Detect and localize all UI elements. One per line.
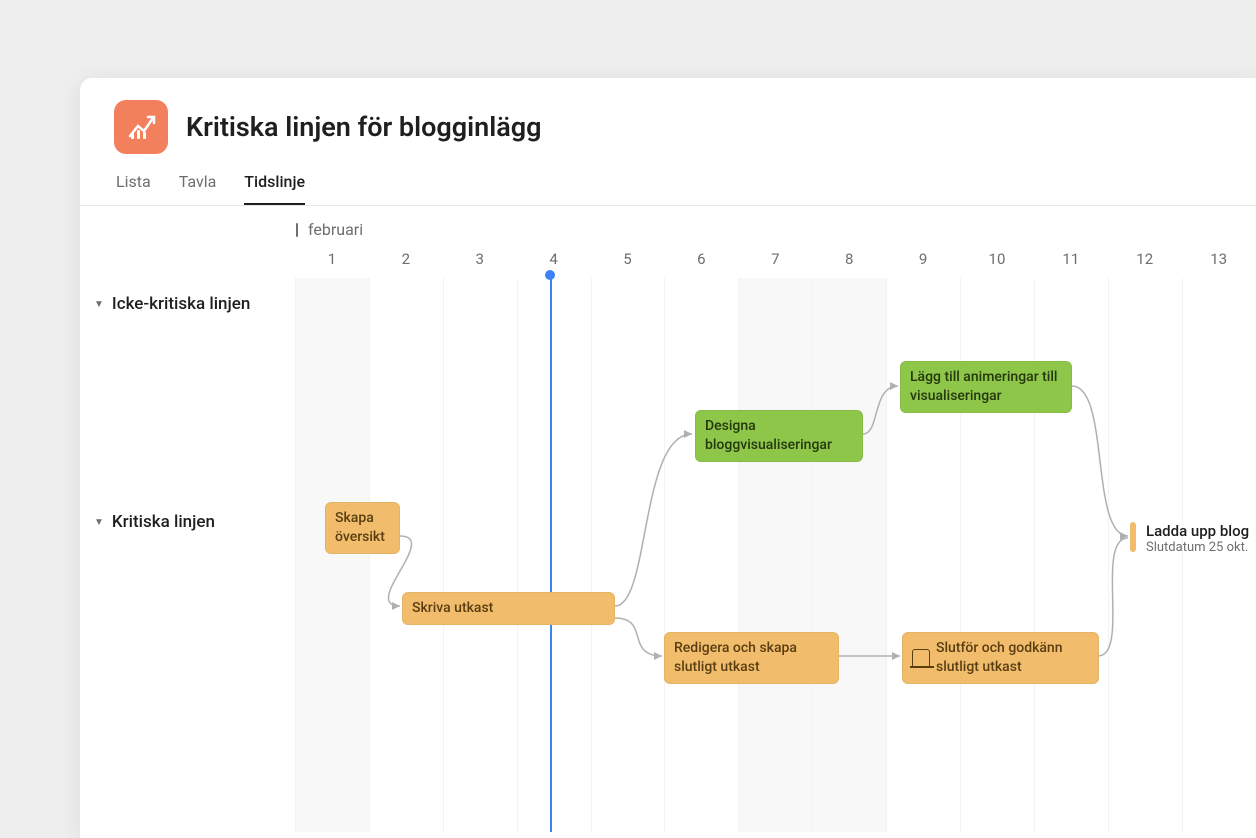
month-tick: [296, 223, 298, 237]
task-write-draft[interactable]: Skriva utkast: [402, 592, 615, 625]
milestone-title: Ladda upp blog: [1146, 522, 1249, 540]
task-create-outline[interactable]: Skapa översikt: [325, 502, 400, 554]
day-8: 8: [812, 250, 886, 276]
month-label: februari: [296, 220, 363, 239]
day-1: 1: [295, 250, 369, 276]
timeline-area: februari 1 2 3 4 5 6 7 8 9 10 11 12 13: [80, 206, 1256, 832]
task-edit-final[interactable]: Redigera och skapa slutligt utkast: [664, 632, 839, 684]
day-12: 12: [1108, 250, 1182, 276]
caret-down-icon: ▼: [94, 517, 104, 528]
day-13: 13: [1182, 250, 1256, 276]
day-11: 11: [1034, 250, 1108, 276]
app-window: Kritiska linjen för blogginlägg Lista Ta…: [80, 78, 1256, 838]
month-text: februari: [308, 220, 363, 239]
milestone-due: Slutdatum 25 okt.: [1146, 540, 1249, 555]
day-2: 2: [369, 250, 443, 276]
section-label: Icke-kritiska linjen: [112, 294, 250, 314]
milestone-text: Ladda upp blog Slutdatum 25 okt.: [1146, 522, 1249, 555]
task-label: Redigera och skapa slutligt utkast: [674, 639, 829, 677]
day-7: 7: [738, 250, 812, 276]
day-3: 3: [443, 250, 517, 276]
day-9: 9: [886, 250, 960, 276]
title-row: Kritiska linjen för blogginlägg: [114, 100, 1222, 154]
project-icon: [114, 100, 168, 154]
task-label: Skapa översikt: [335, 509, 390, 547]
project-title: Kritiska linjen för blogginlägg: [186, 111, 541, 143]
milestone-upload-blog[interactable]: Ladda upp blog Slutdatum 25 okt.: [1130, 522, 1249, 555]
task-design-visuals[interactable]: Designa bloggvisualiseringar: [695, 410, 863, 462]
milestone-marker: [1130, 522, 1136, 552]
day-6: 6: [664, 250, 738, 276]
task-finalize-approve[interactable]: Slutför och godkänn slutligt utkast: [902, 632, 1099, 684]
day-5: 5: [591, 250, 665, 276]
section-critical[interactable]: ▼ Kritiska linjen: [94, 512, 215, 532]
days-row: 1 2 3 4 5 6 7 8 9 10 11 12 13: [80, 250, 1256, 276]
day-10: 10: [960, 250, 1034, 276]
task-label: Designa bloggvisualiseringar: [705, 417, 853, 455]
chart-arrow-icon: [126, 112, 156, 142]
caret-down-icon: ▼: [94, 299, 104, 310]
task-label: Lägg till animeringar till visualisering…: [910, 368, 1062, 406]
stamp-icon: [912, 649, 930, 667]
tab-timeline[interactable]: Tidslinje: [244, 172, 305, 205]
timeline-grid: [295, 278, 1256, 832]
today-line: [550, 274, 552, 832]
section-non-critical[interactable]: ▼ Icke-kritiska linjen: [94, 294, 250, 314]
today-dot: [545, 270, 555, 280]
tab-list[interactable]: Lista: [116, 172, 151, 205]
sidebar-spacer: [80, 250, 295, 276]
tab-board[interactable]: Tavla: [179, 172, 217, 205]
task-add-animations[interactable]: Lägg till animeringar till visualisering…: [900, 361, 1072, 413]
tabs: Lista Tavla Tidslinje: [114, 172, 1222, 205]
section-label: Kritiska linjen: [112, 512, 215, 532]
header: Kritiska linjen för blogginlägg Lista Ta…: [80, 78, 1256, 205]
task-label: Slutför och godkänn slutligt utkast: [936, 639, 1089, 677]
task-label: Skriva utkast: [412, 599, 493, 618]
